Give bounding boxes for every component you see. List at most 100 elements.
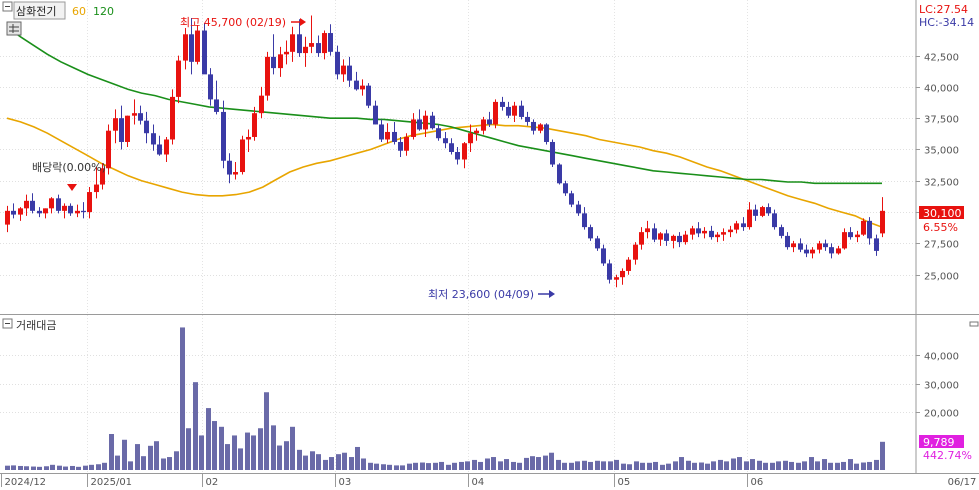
volume-bar	[543, 455, 548, 470]
candle-body	[265, 56, 270, 96]
candle-body	[354, 80, 359, 90]
candle-body	[842, 232, 847, 249]
volume-bar	[238, 448, 243, 470]
candle-body	[798, 243, 803, 250]
candle-body	[468, 133, 473, 144]
volume-bar	[524, 457, 529, 470]
candle-body	[721, 232, 726, 235]
volume-bar	[815, 461, 820, 470]
volume-bar	[737, 457, 742, 470]
volume-bar	[796, 462, 801, 470]
candle-body	[398, 141, 403, 151]
volume-bar	[186, 428, 191, 470]
volume-tick-label: 30,000	[924, 381, 959, 392]
candle-body	[715, 234, 720, 238]
candle-body	[385, 131, 390, 140]
candle-body	[817, 243, 822, 250]
candle-body	[290, 34, 295, 52]
volume-bar	[828, 462, 833, 470]
volume-bar	[854, 463, 859, 470]
candle-body	[183, 34, 188, 61]
candle-body	[271, 56, 276, 69]
volume-bar	[673, 461, 678, 470]
date-tick-label: 2025/01	[91, 477, 133, 487]
volume-bar	[336, 454, 341, 470]
volume-bar	[841, 461, 846, 470]
panel-resize-icon[interactable]	[969, 321, 979, 327]
volume-bar	[692, 462, 697, 470]
candle-body	[474, 130, 479, 134]
date-tick-label: 03	[339, 477, 352, 487]
volume-bar	[822, 459, 827, 470]
price-tick-label: 32,500	[924, 178, 959, 189]
candle-body	[335, 51, 340, 75]
candle-body	[614, 277, 619, 280]
candle-body	[734, 223, 739, 230]
candle-body	[68, 205, 73, 214]
volume-bar	[848, 459, 853, 470]
candle-body	[702, 230, 707, 234]
volume-bar	[452, 462, 457, 470]
table-grid-icon[interactable]	[6, 21, 22, 36]
volume-bar	[472, 459, 477, 470]
volume-bar	[491, 457, 496, 470]
volume-bar	[679, 457, 684, 470]
candle-body	[157, 144, 162, 155]
candle-body	[75, 210, 80, 214]
volume-bar	[374, 463, 379, 470]
volume-bar	[349, 457, 354, 470]
volume-bar	[174, 451, 179, 470]
volume-panel-title: 거래대금	[16, 319, 56, 332]
volume-bar	[595, 460, 600, 470]
date-tick-label: 06/17	[948, 477, 977, 487]
candle-body	[5, 210, 10, 225]
volume-bar	[582, 460, 587, 470]
volume-bar	[50, 464, 55, 470]
volume-bar	[465, 461, 470, 470]
candle-body	[417, 119, 422, 130]
candle-body	[588, 227, 593, 239]
candle-body	[779, 227, 784, 236]
volume-bar	[640, 462, 645, 470]
volume-bar	[874, 459, 879, 470]
candle-body	[284, 51, 289, 55]
volume-bar	[867, 461, 872, 470]
volume-bar	[861, 462, 866, 470]
candle-body	[373, 105, 378, 125]
candle-body	[620, 270, 625, 278]
candle-body	[880, 210, 885, 234]
date-tick-label: 2024/12	[5, 477, 47, 487]
ma60-label: 60	[72, 5, 86, 18]
volume-bar	[608, 461, 613, 470]
volume-bar	[258, 428, 263, 470]
date-tick-label: 02	[206, 477, 219, 487]
volume-bar	[880, 441, 885, 470]
candle-body	[443, 138, 448, 144]
volume-bar	[310, 451, 315, 470]
candle-body	[106, 130, 111, 169]
candle-body	[87, 192, 92, 213]
volume-bar	[225, 444, 230, 470]
volume-bar	[530, 456, 535, 470]
candle-body	[709, 230, 714, 238]
volume-bar	[284, 441, 289, 470]
volume-bar	[251, 435, 256, 470]
candle-body	[195, 30, 200, 62]
candle-body	[525, 116, 530, 122]
candle-body	[855, 234, 860, 238]
candle-body	[741, 223, 746, 228]
volume-bar	[660, 464, 665, 470]
candle-body	[56, 198, 61, 211]
candle-body	[582, 213, 587, 228]
volume-bar	[446, 464, 451, 470]
candle-body	[240, 139, 245, 173]
candle-body	[645, 228, 650, 233]
candle-body	[829, 247, 834, 254]
candle-body	[392, 131, 397, 142]
volume-bar	[601, 461, 606, 470]
volume-bar	[115, 455, 120, 470]
last-price: 30,100	[923, 207, 962, 220]
volume-bar	[44, 466, 49, 470]
candle-body	[550, 141, 555, 165]
ma120-label: 120	[93, 5, 114, 18]
